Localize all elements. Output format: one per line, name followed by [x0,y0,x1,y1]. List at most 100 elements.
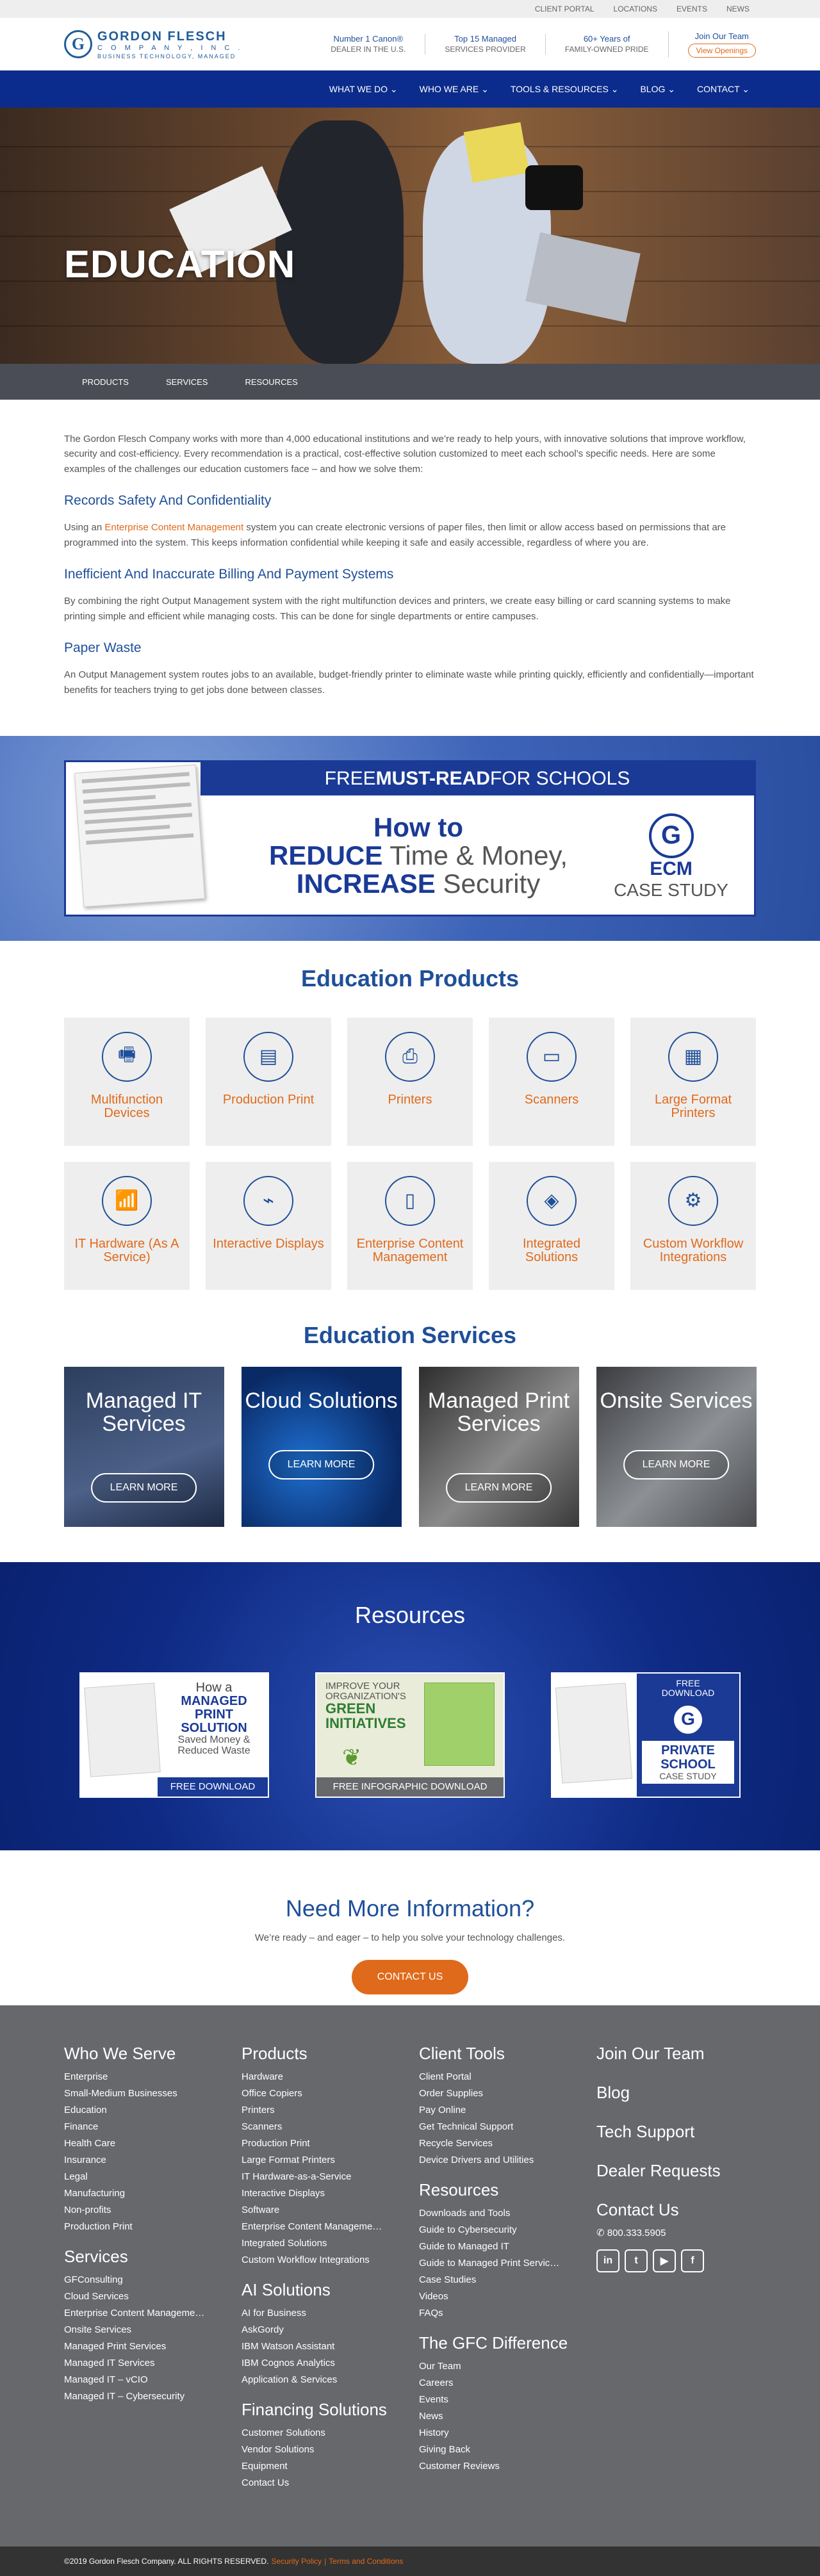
footer-link[interactable]: Cloud Services [64,2288,204,2305]
footer-link[interactable]: Downloads and Tools [419,2205,568,2222]
footer-link[interactable]: Custom Workflow Integrations [242,2252,387,2269]
footer-link[interactable]: Giving Back [419,2441,568,2458]
footer-link[interactable]: Interactive Displays [242,2185,387,2202]
footer-link[interactable]: Education [64,2102,204,2119]
footer-link[interactable]: Guide to Managed IT [419,2238,568,2255]
resource-card-private-school[interactable]: FREE DOWNLOAD G PRIVATE SCHOOL CASE STUD… [551,1672,741,1798]
learn-more-button[interactable]: LEARN MORE [268,1449,375,1480]
footer-link[interactable]: Non-profits [64,2202,204,2219]
client-portal-link[interactable]: CLIENT PORTAL [535,4,594,13]
footer-link[interactable]: Enterprise Content Manageme… [64,2305,204,2322]
ecm-case-study-banner[interactable]: FREE MUST-READ FOR SCHOOLS How to REDUCE… [64,760,756,917]
events-link[interactable]: EVENTS [676,4,707,13]
footer-link[interactable]: Customer Solutions [242,2425,387,2441]
footer-link[interactable]: IT Hardware-as-a-Service [242,2169,387,2185]
footer-dealer-requests[interactable]: Dealer Requests [596,2161,721,2181]
footer-link[interactable]: Videos [419,2288,568,2305]
footer-link[interactable]: Client Portal [419,2069,568,2085]
footer-link[interactable]: Guide to Managed Print Servic… [419,2255,568,2272]
footer-blog[interactable]: Blog [596,2083,721,2103]
nav-who-we-are[interactable]: WHO WE ARE ⌄ [420,84,489,95]
footer-link[interactable]: Office Copiers [242,2085,387,2102]
linkedin-icon[interactable]: in [596,2249,619,2272]
resource-card-green-initiatives[interactable]: IMPROVE YOUR ORGANIZATION'S GREEN INITIA… [315,1672,505,1798]
footer-link[interactable]: Insurance [64,2152,204,2169]
product-card[interactable]: ⌁ Interactive Displays [206,1161,331,1290]
footer-link[interactable]: Guide to Cybersecurity [419,2222,568,2238]
nav-tools-resources[interactable]: TOOLS & RESOURCES ⌄ [511,84,619,95]
nav-blog[interactable]: BLOG ⌄ [640,84,675,95]
footer-link[interactable]: AI for Business [242,2305,387,2322]
footer-link[interactable]: Case Studies [419,2272,568,2288]
subnav-resources[interactable]: RESOURCES [245,377,297,387]
footer-link[interactable]: Pay Online [419,2102,568,2119]
nav-contact[interactable]: CONTACT ⌄ [697,84,750,95]
footer-link[interactable]: Managed IT – Cybersecurity [64,2388,204,2405]
footer-link[interactable]: Large Format Printers [242,2152,387,2169]
product-card[interactable]: ▯ Enterprise Content Management [347,1161,473,1290]
contact-us-button[interactable]: CONTACT US [351,1959,469,1994]
footer-link[interactable]: Production Print [242,2135,387,2152]
footer-link[interactable]: FAQs [419,2305,568,2322]
footer-link[interactable]: Health Care [64,2135,204,2152]
footer-link[interactable]: Integrated Solutions [242,2235,387,2252]
resource-card-managed-print[interactable]: How a MANAGED PRINT SOLUTION Saved Money… [79,1672,269,1798]
footer-link[interactable]: Contact Us [242,2475,387,2491]
footer-link[interactable]: Vendor Solutions [242,2441,387,2458]
footer-link[interactable]: Onsite Services [64,2322,204,2338]
youtube-icon[interactable]: ▶ [653,2249,676,2272]
footer-link[interactable]: Equipment [242,2458,387,2475]
footer-link[interactable]: Recycle Services [419,2135,568,2152]
learn-more-button[interactable]: LEARN MORE [623,1449,730,1480]
footer-link[interactable]: Hardware [242,2069,387,2085]
twitter-icon[interactable]: t [625,2249,648,2272]
product-card[interactable]: ▦ Large Format Printers [630,1017,756,1146]
learn-more-button[interactable]: LEARN MORE [90,1472,197,1503]
footer-link[interactable]: Our Team [419,2358,568,2375]
news-link[interactable]: NEWS [726,4,750,13]
footer-link[interactable]: AskGordy [242,2322,387,2338]
product-card[interactable]: ◈ Integrated Solutions [489,1161,614,1290]
footer-link[interactable]: IBM Cognos Analytics [242,2355,387,2372]
footer-link[interactable]: Events [419,2392,568,2408]
footer-link[interactable]: History [419,2425,568,2441]
footer-link[interactable]: IBM Watson Assistant [242,2338,387,2355]
footer-link[interactable]: Managed IT Services [64,2355,204,2372]
footer-link[interactable]: Software [242,2202,387,2219]
footer-link[interactable]: Device Drivers and Utilities [419,2152,568,2169]
footer-link[interactable]: Small-Medium Businesses [64,2085,204,2102]
terms-link[interactable]: Terms and Conditions [329,2557,403,2566]
footer-link[interactable]: Scanners [242,2119,387,2135]
footer-link[interactable]: GFConsulting [64,2272,204,2288]
footer-link[interactable]: Production Print [64,2219,204,2235]
learn-more-button[interactable]: LEARN MORE [445,1472,552,1503]
product-card[interactable]: ▭ Scanners [489,1017,614,1146]
footer-tech-support[interactable]: Tech Support [596,2122,721,2142]
footer-join-our-team[interactable]: Join Our Team [596,2044,721,2064]
product-card[interactable]: 🖷 Multifunction Devices [64,1017,190,1146]
footer-link[interactable]: Enterprise [64,2069,204,2085]
footer-link[interactable]: Order Supplies [419,2085,568,2102]
footer-link[interactable]: Managed Print Services [64,2338,204,2355]
footer-link[interactable]: Application & Services [242,2372,387,2388]
footer-phone[interactable]: ✆ 800.333.5905 [596,2225,721,2242]
product-card[interactable]: ⎙ Printers [347,1017,473,1146]
footer-link[interactable]: Manufacturing [64,2185,204,2202]
footer-link[interactable]: Finance [64,2119,204,2135]
footer-link[interactable]: Customer Reviews [419,2458,568,2475]
product-card[interactable]: ▤ Production Print [206,1017,331,1146]
footer-link[interactable]: News [419,2408,568,2425]
footer-link[interactable]: Legal [64,2169,204,2185]
nav-what-we-do[interactable]: WHAT WE DO ⌄ [329,84,398,95]
product-card[interactable]: 📶 IT Hardware (As A Service) [64,1161,190,1290]
security-policy-link[interactable]: Security Policy [271,2557,322,2566]
view-openings-button[interactable]: View Openings [687,43,756,58]
ecm-link[interactable]: Enterprise Content Management [104,522,243,533]
locations-link[interactable]: LOCATIONS [614,4,657,13]
subnav-services[interactable]: SERVICES [166,377,208,387]
logo[interactable]: G GORDON FLESCH C O M P A N Y , I N C . … [64,29,243,60]
product-card[interactable]: ⚙ Custom Workflow Integrations [630,1161,756,1290]
footer-link[interactable]: Get Technical Support [419,2119,568,2135]
facebook-icon[interactable]: f [681,2249,704,2272]
footer-link[interactable]: Printers [242,2102,387,2119]
